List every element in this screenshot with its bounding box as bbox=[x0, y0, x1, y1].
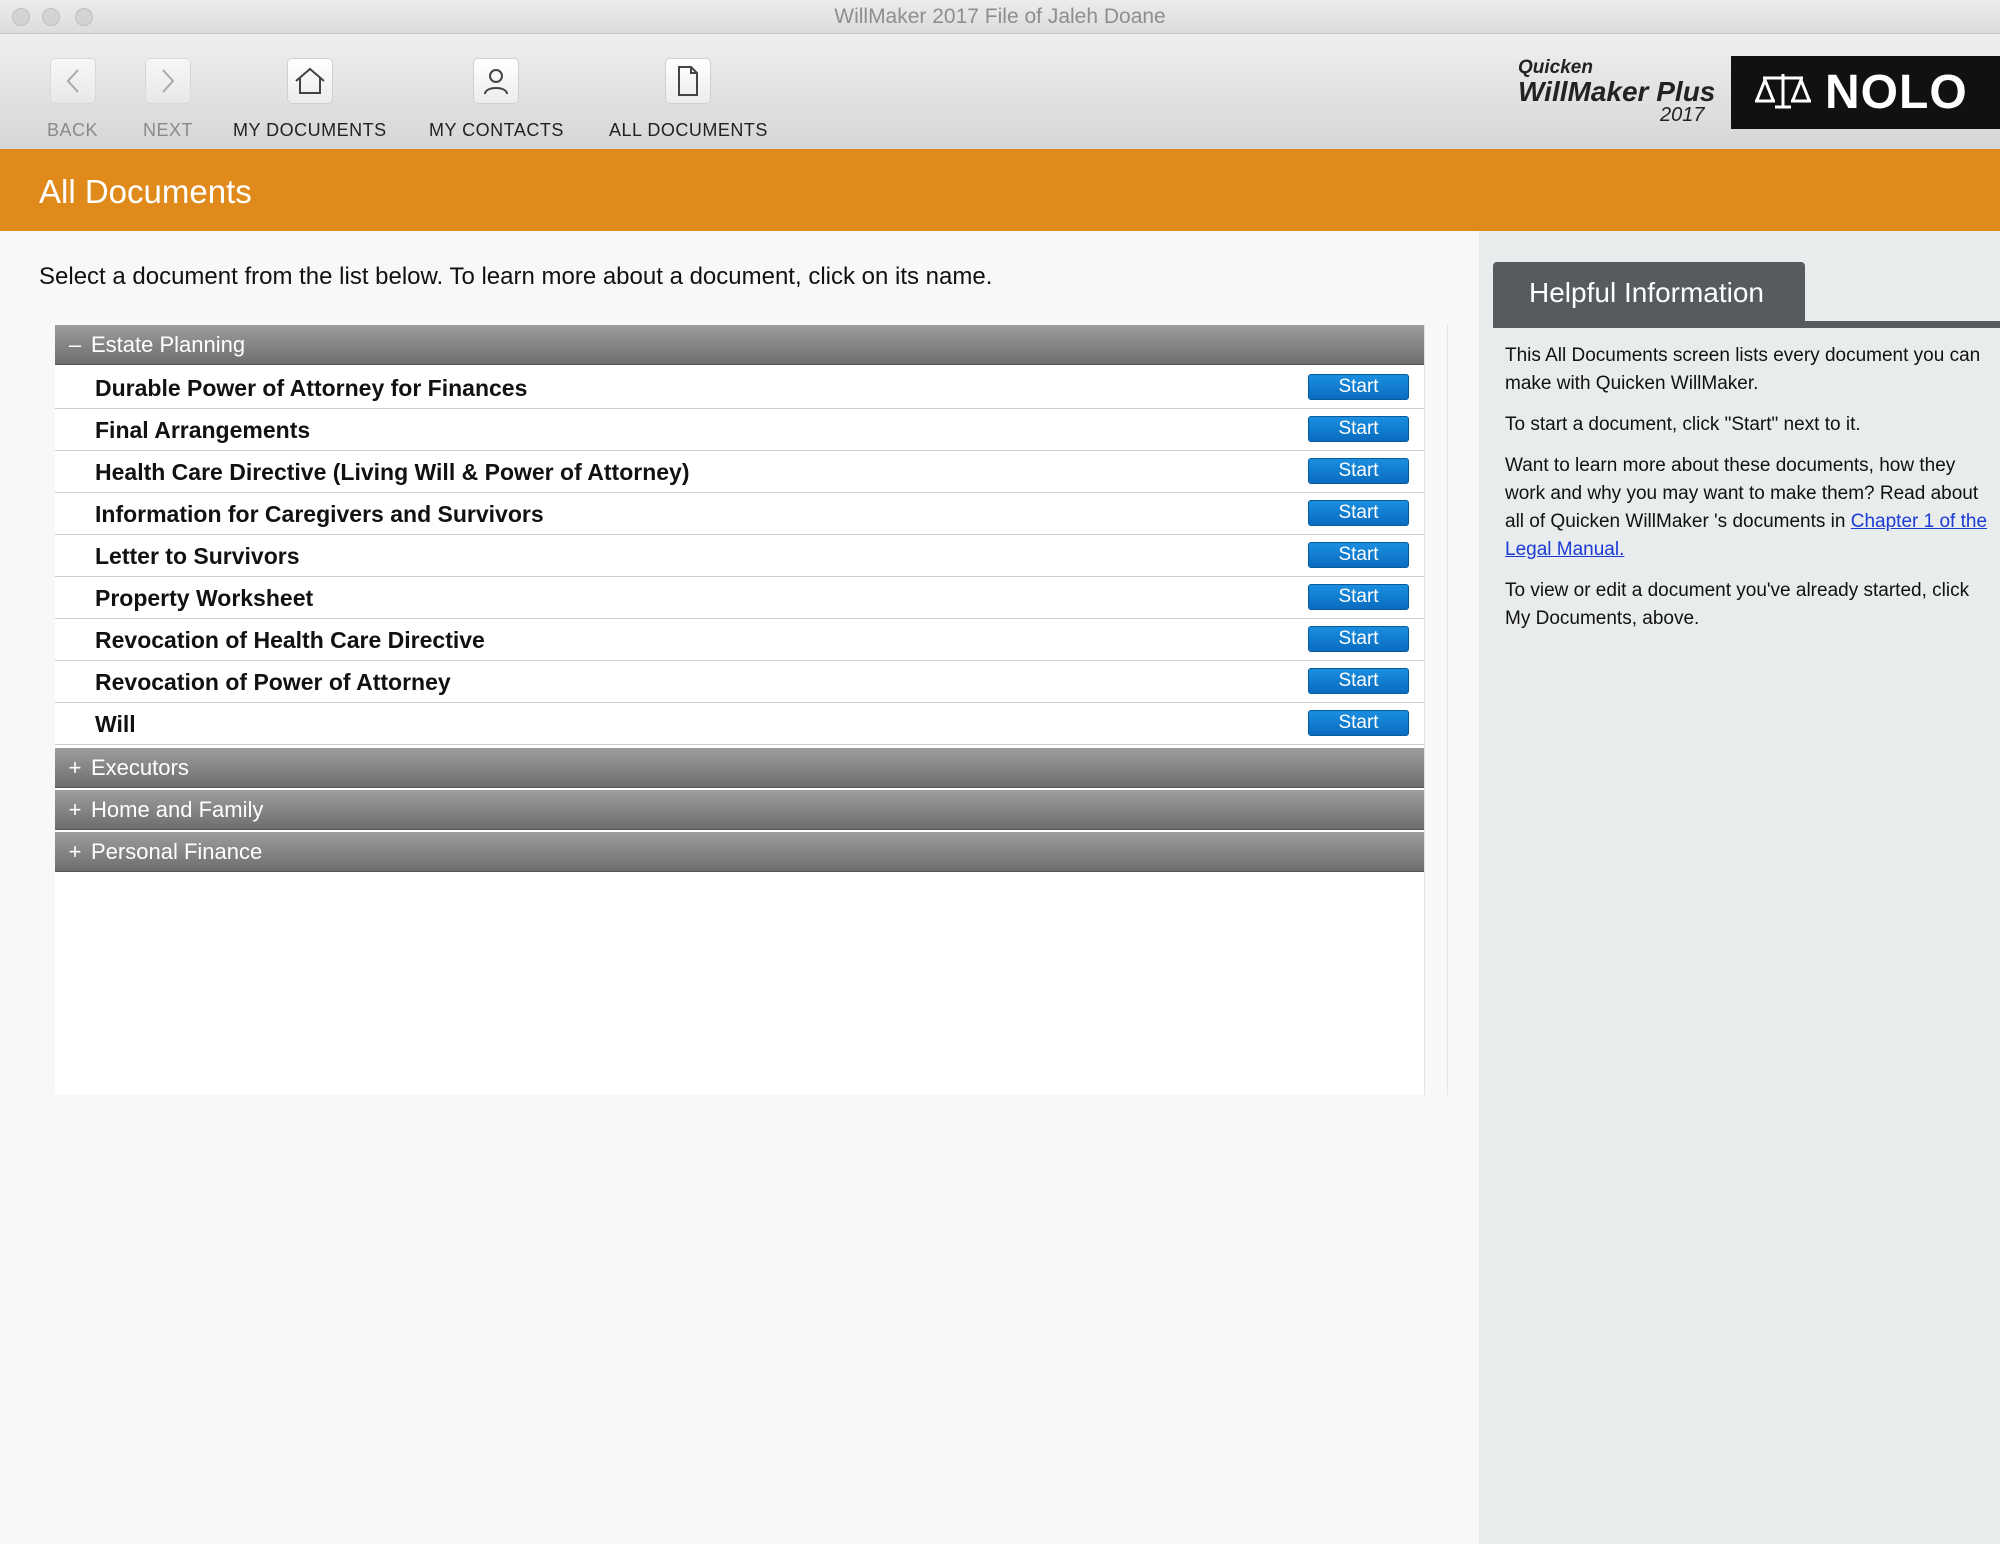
help-tab-underline bbox=[1493, 321, 2000, 328]
category-header-personal-finance[interactable]: + Personal Finance bbox=[55, 832, 1424, 872]
category-label: Estate Planning bbox=[91, 331, 246, 357]
next-button[interactable]: NEXT bbox=[143, 58, 193, 141]
document-name-link[interactable]: Letter to Survivors bbox=[95, 543, 300, 570]
document-row: Letter to Survivors Start bbox=[55, 535, 1424, 577]
document-name-link[interactable]: Revocation of Power of Attorney bbox=[95, 669, 451, 696]
help-tab: Helpful Information bbox=[1493, 262, 1805, 322]
category-header-estate-planning[interactable]: – Estate Planning bbox=[55, 325, 1424, 365]
document-row: Revocation of Power of Attorney Start bbox=[55, 661, 1424, 703]
document-name-link[interactable]: Property Worksheet bbox=[95, 585, 313, 612]
document-name-link[interactable]: Health Care Directive (Living Will & Pow… bbox=[95, 459, 690, 486]
all-documents-button[interactable]: ALL DOCUMENTS bbox=[609, 58, 768, 141]
start-button[interactable]: Start bbox=[1308, 374, 1409, 400]
page-header: All Documents bbox=[0, 149, 2000, 231]
document-row: Health Care Directive (Living Will & Pow… bbox=[55, 451, 1424, 493]
all-documents-label: ALL DOCUMENTS bbox=[609, 120, 768, 140]
start-button[interactable]: Start bbox=[1308, 500, 1409, 526]
expand-toggle-icon[interactable]: + bbox=[59, 755, 91, 781]
start-button[interactable]: Start bbox=[1308, 668, 1409, 694]
document-row: Final Arrangements Start bbox=[55, 409, 1424, 451]
intro-text: Select a document from the list below. T… bbox=[39, 263, 993, 290]
document-row: Durable Power of Attorney for Finances S… bbox=[55, 367, 1424, 409]
start-button[interactable]: Start bbox=[1308, 416, 1409, 442]
person-icon bbox=[473, 58, 520, 104]
document-name-link[interactable]: Revocation of Health Care Directive bbox=[95, 627, 485, 654]
nolo-logo: NOLO bbox=[1731, 56, 2000, 129]
collapse-toggle-icon[interactable]: – bbox=[59, 332, 91, 358]
document-row: Will Start bbox=[55, 703, 1424, 745]
document-row: Property Worksheet Start bbox=[55, 577, 1424, 619]
document-name-link[interactable]: Information for Caregivers and Survivors bbox=[95, 501, 544, 528]
help-text: This All Documents screen lists every do… bbox=[1505, 342, 1987, 646]
start-button[interactable]: Start bbox=[1308, 458, 1409, 484]
page-title: All Documents bbox=[39, 173, 252, 210]
category-label: Executors bbox=[91, 754, 189, 780]
back-button[interactable]: BACK bbox=[47, 58, 98, 141]
home-icon bbox=[286, 58, 333, 104]
help-paragraph: Want to learn more about these documents… bbox=[1505, 452, 1987, 564]
chevron-left-icon bbox=[49, 58, 96, 104]
document-row: Information for Caregivers and Survivors… bbox=[55, 493, 1424, 535]
next-label: NEXT bbox=[143, 120, 194, 140]
help-paragraph: This All Documents screen lists every do… bbox=[1505, 345, 1981, 394]
scrollbar-track[interactable] bbox=[1447, 325, 1448, 1095]
category-label: Personal Finance bbox=[91, 838, 263, 864]
start-button[interactable]: Start bbox=[1308, 710, 1409, 736]
start-button[interactable]: Start bbox=[1308, 584, 1409, 610]
category-label: Home and Family bbox=[91, 796, 264, 822]
window-title: WillMaker 2017 File of Jaleh Doane bbox=[834, 5, 1166, 28]
start-button[interactable]: Start bbox=[1308, 626, 1409, 652]
my-contacts-button[interactable]: MY CONTACTS bbox=[429, 58, 564, 141]
document-name-link[interactable]: Will bbox=[95, 711, 136, 738]
chevron-right-icon bbox=[145, 58, 191, 104]
expand-toggle-icon[interactable]: + bbox=[59, 797, 91, 823]
my-contacts-label: MY CONTACTS bbox=[429, 120, 564, 140]
start-button[interactable]: Start bbox=[1308, 542, 1409, 568]
my-documents-label: MY DOCUMENTS bbox=[233, 120, 387, 140]
nolo-wordmark: NOLO bbox=[1825, 66, 1968, 119]
document-name-link[interactable]: Final Arrangements bbox=[95, 417, 310, 444]
document-row: Revocation of Health Care Directive Star… bbox=[55, 619, 1424, 661]
document-icon bbox=[665, 58, 712, 104]
window-title-bar: WillMaker 2017 File of Jaleh Doane bbox=[0, 0, 2000, 34]
scales-of-justice-icon bbox=[1755, 70, 1811, 115]
expand-toggle-icon[interactable]: + bbox=[59, 839, 91, 865]
help-paragraph: To view or edit a document you've alread… bbox=[1505, 580, 1970, 629]
brand-year: 2017 bbox=[1660, 104, 1705, 126]
category-header-executors[interactable]: + Executors bbox=[55, 748, 1424, 788]
my-documents-button[interactable]: MY DOCUMENTS bbox=[233, 58, 387, 141]
help-paragraph: To start a document, click "Start" next … bbox=[1505, 414, 1861, 435]
document-name-link[interactable]: Durable Power of Attorney for Finances bbox=[95, 375, 527, 402]
category-header-home-and-family[interactable]: + Home and Family bbox=[55, 790, 1424, 830]
back-label: BACK bbox=[47, 120, 99, 140]
